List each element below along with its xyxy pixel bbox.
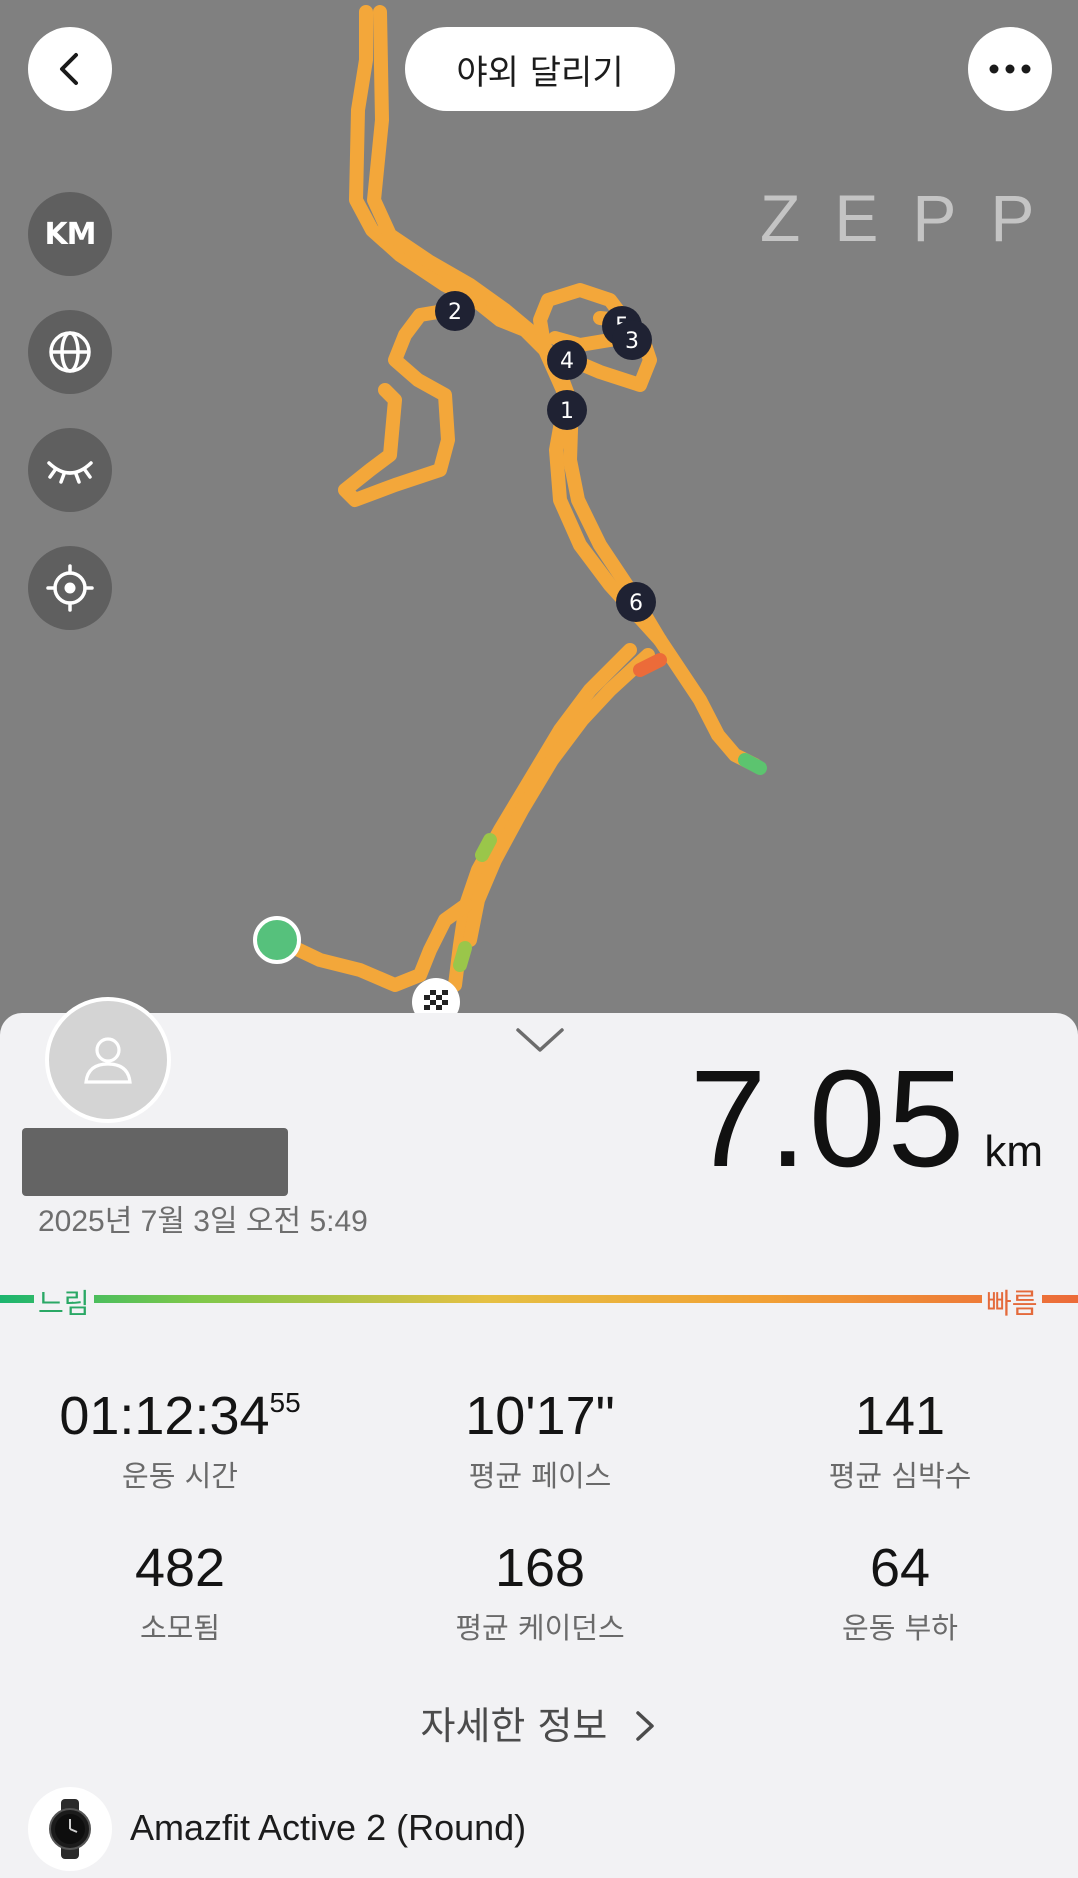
stat-duration: 01:12:3455 운동 시간	[30, 1385, 330, 1495]
fast-label: 빠름	[982, 1282, 1042, 1322]
back-arrow-icon	[60, 53, 78, 85]
unit-toggle-label: KM	[44, 216, 96, 252]
details-link-label: 자세한 정보	[420, 1704, 608, 1748]
stat-label: 평균 케이던스	[455, 1611, 625, 1645]
user-icon	[84, 1037, 132, 1084]
pace-gradient-bar	[0, 1295, 1078, 1303]
zepp-logo: ZEPP	[760, 181, 1069, 255]
stat-label: 운동 시간	[122, 1459, 238, 1493]
map-layer-button[interactable]	[28, 310, 112, 394]
km-marker-3: 3	[612, 320, 652, 360]
stat-avg-pace: 10'17" 평균 페이스	[390, 1385, 690, 1495]
stat-calories: 482 소모됨	[30, 1537, 330, 1647]
unit-toggle-button[interactable]: KM	[28, 192, 112, 276]
distance-value: 7.05	[689, 1042, 967, 1196]
stat-value-subseconds: 55	[269, 1387, 301, 1418]
start-marker	[253, 916, 301, 964]
back-button[interactable]	[28, 27, 112, 111]
stat-label: 운동 부하	[842, 1611, 958, 1645]
chevron-right-icon	[636, 1711, 655, 1741]
stat-label: 평균 심박수	[828, 1459, 972, 1493]
stat-value: 64	[869, 1538, 931, 1598]
watch-icon	[49, 1799, 91, 1859]
stat-avg-heart-rate: 141 평균 심박수	[750, 1385, 1050, 1495]
km-marker-6: 6	[616, 582, 656, 622]
stat-value: 10'17"	[465, 1386, 615, 1446]
details-link[interactable]: 자세한 정보	[0, 1695, 1078, 1750]
km-marker-4: 4	[547, 340, 587, 380]
device-watch-thumbnail[interactable]	[28, 1787, 112, 1871]
stat-training-load: 64 운동 부하	[750, 1537, 1050, 1647]
more-dots-icon	[989, 64, 1031, 74]
km-marker-2: 2	[435, 291, 475, 331]
distance-unit: km	[984, 1127, 1043, 1176]
more-options-button[interactable]	[968, 27, 1052, 111]
globe-icon	[49, 331, 91, 373]
stat-label: 소모됨	[139, 1611, 221, 1645]
workout-title: 야외 달리기	[405, 27, 675, 111]
stat-value: 482	[134, 1538, 226, 1598]
chevron-down-icon[interactable]	[515, 1025, 565, 1055]
stat-value: 168	[494, 1538, 586, 1598]
hide-route-button[interactable]	[28, 428, 112, 512]
route-map[interactable]: 5 3 2 4 1 6 야외 달리기 KM	[0, 0, 1078, 1030]
stat-label: 평균 페이스	[468, 1459, 612, 1493]
stat-avg-cadence: 168 평균 케이던스	[390, 1537, 690, 1647]
eye-closed-icon	[47, 461, 93, 484]
workout-title-text: 야외 달리기	[456, 52, 624, 93]
workout-date: 2025년 7월 3일 오전 5:49	[38, 1205, 368, 1238]
svg-text:1: 1	[560, 399, 574, 424]
distance-display: 7.05 km	[690, 1040, 1043, 1199]
recenter-button[interactable]	[28, 546, 112, 630]
km-marker-1: 1	[547, 390, 587, 430]
svg-text:3: 3	[625, 329, 639, 354]
svg-text:2: 2	[448, 300, 462, 325]
stat-value: 01:12:3455	[59, 1386, 301, 1446]
avatar[interactable]	[45, 997, 171, 1123]
stat-value: 141	[854, 1386, 946, 1446]
target-icon	[46, 564, 94, 612]
device-name[interactable]: Amazfit Active 2 (Round)	[130, 1807, 526, 1849]
route-path: 5 3 2 4 1 6	[253, 5, 767, 1026]
svg-text:6: 6	[629, 591, 643, 616]
svg-text:4: 4	[560, 349, 574, 374]
user-name-redacted	[22, 1128, 288, 1196]
slow-label: 느림	[34, 1282, 94, 1322]
